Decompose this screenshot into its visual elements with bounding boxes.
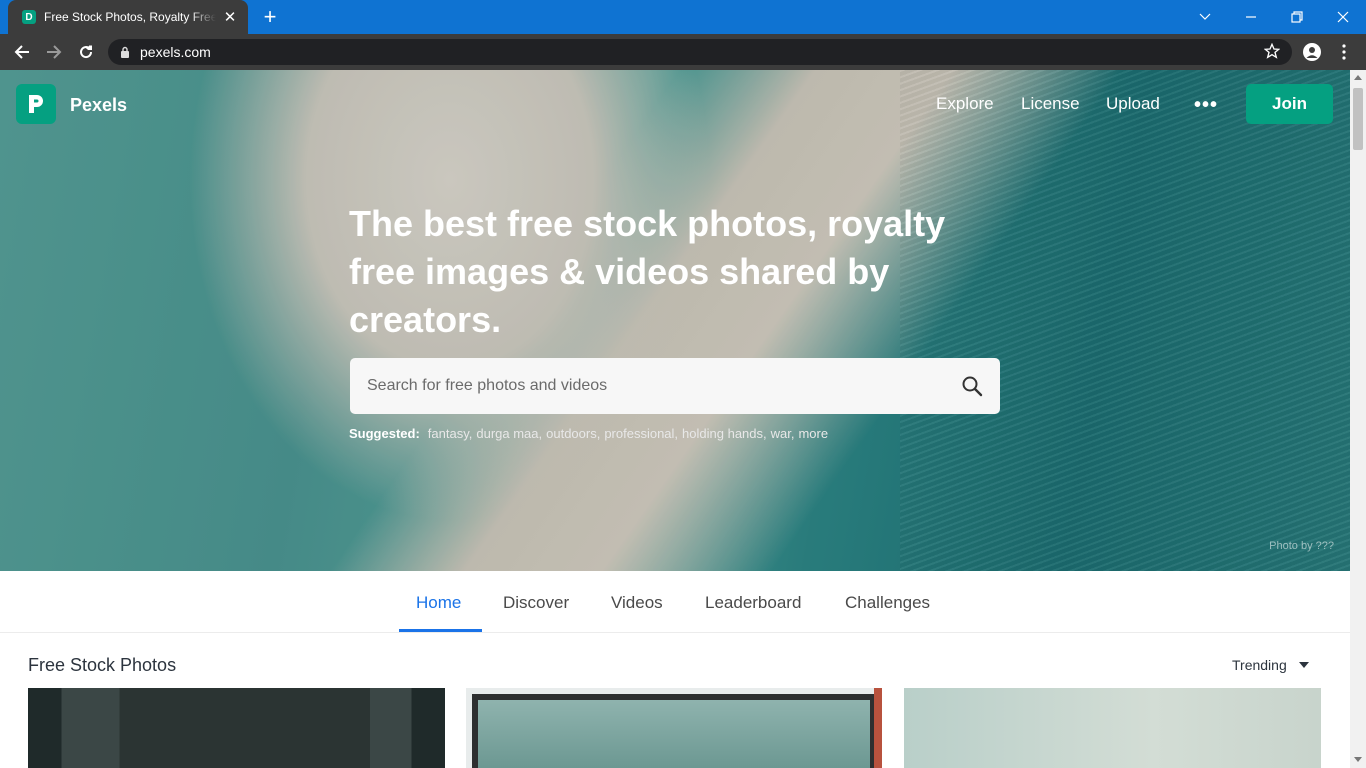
tab-discover[interactable]: Discover — [503, 593, 569, 613]
tab-search-icon[interactable] — [1182, 0, 1228, 34]
bookmark-star-icon[interactable] — [1264, 43, 1280, 59]
suggested-label: Suggested: — [349, 426, 420, 441]
nav-upload[interactable]: Upload — [1106, 94, 1160, 114]
close-window-icon[interactable] — [1320, 0, 1366, 34]
more-menu-icon[interactable]: ••• — [1194, 94, 1218, 117]
scrollbar-thumb[interactable] — [1353, 88, 1363, 150]
section-tabs: Home Discover Videos Leaderboard Challen… — [0, 571, 1350, 633]
browser-tab[interactable]: D Free Stock Photos, Royalty Free Stock … — [8, 0, 248, 34]
close-tab-icon[interactable]: ✕ — [222, 8, 238, 26]
suggestion-link[interactable]: durga maa, — [476, 426, 542, 441]
tab-leaderboard[interactable]: Leaderboard — [705, 593, 801, 613]
join-button[interactable]: Join — [1246, 84, 1333, 124]
nav-license[interactable]: License — [1021, 94, 1080, 114]
brand-name[interactable]: Pexels — [70, 95, 127, 116]
pexels-logo[interactable] — [16, 84, 56, 124]
pexels-logo-icon — [29, 95, 43, 113]
hero-banner: Pexels Explore License Upload ••• Join T… — [0, 70, 1350, 571]
address-url: pexels.com — [140, 44, 211, 60]
search-input[interactable] — [367, 377, 961, 395]
menu-kebab-icon[interactable] — [1332, 40, 1356, 64]
back-arrow-icon[interactable] — [10, 40, 34, 64]
photo-card-image — [472, 694, 876, 768]
photo-credit[interactable]: Photo by ??? — [1269, 540, 1334, 552]
page-content: Pexels Explore License Upload ••• Join T… — [0, 70, 1350, 768]
search-box[interactable] — [350, 358, 1000, 414]
lock-icon — [121, 46, 129, 58]
suggestion-more-link[interactable]: more — [798, 426, 828, 441]
photo-card[interactable] — [904, 688, 1321, 768]
photo-card[interactable] — [466, 688, 882, 768]
scroll-up-icon[interactable] — [1354, 75, 1362, 80]
search-icon[interactable] — [961, 375, 983, 397]
nav-explore[interactable]: Explore — [936, 94, 994, 114]
new-tab-button[interactable]: + — [258, 5, 282, 29]
photo-card-image-edge — [874, 688, 882, 768]
hero-headline: The best free stock photos, royalty free… — [349, 203, 946, 340]
suggestion-link[interactable]: fantasy, — [428, 426, 473, 441]
section-title: Free Stock Photos — [28, 655, 177, 675]
minimize-icon[interactable] — [1228, 0, 1274, 34]
caret-down-icon — [1298, 662, 1309, 668]
tab-videos[interactable]: Videos — [611, 593, 663, 613]
suggestion-link[interactable]: holding hands, — [682, 426, 767, 441]
browser-toolbar: pexels.com — [0, 34, 1366, 70]
page-scrollbar[interactable] — [1350, 70, 1366, 768]
address-bar[interactable]: pexels.com — [108, 39, 1292, 65]
tab-challenges[interactable]: Challenges — [845, 593, 930, 613]
suggested-searches: Suggested: fantasy, durga maa, outdoors,… — [349, 426, 828, 441]
scroll-down-icon[interactable] — [1354, 757, 1362, 762]
active-tab-indicator — [399, 629, 482, 632]
reload-icon[interactable] — [74, 40, 98, 64]
tab-title: Free Stock Photos, Royalty Free Stock Im… — [44, 10, 216, 24]
tab-home[interactable]: Home — [416, 593, 461, 613]
pexels-favicon-icon: D — [22, 10, 36, 24]
sort-label: Trending — [1232, 657, 1287, 673]
forward-arrow-icon[interactable] — [42, 40, 66, 64]
suggestion-link[interactable]: outdoors, — [546, 426, 600, 441]
restore-icon[interactable] — [1274, 0, 1320, 34]
profile-icon[interactable] — [1300, 40, 1324, 64]
suggestion-link[interactable]: professional, — [604, 426, 678, 441]
sort-dropdown[interactable]: Trending — [1232, 657, 1309, 673]
photo-card[interactable] — [28, 688, 445, 768]
suggestion-link[interactable]: war, — [771, 426, 795, 441]
browser-titlebar: D Free Stock Photos, Royalty Free Stock … — [0, 0, 1366, 34]
